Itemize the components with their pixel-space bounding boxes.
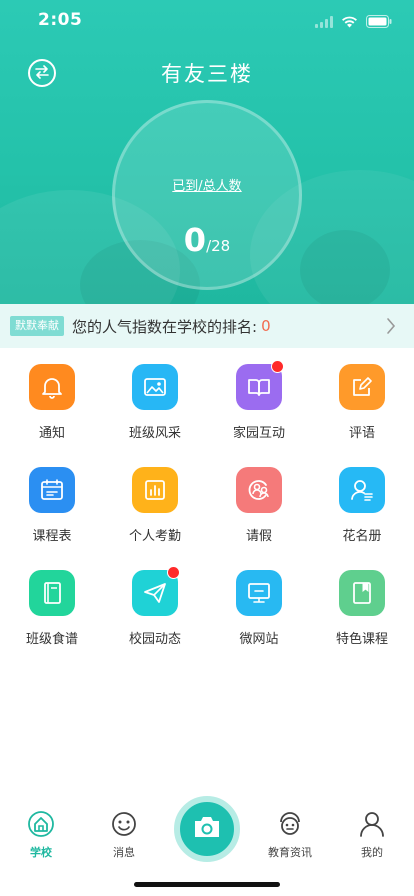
feature-special-course[interactable]: 特色课程 — [310, 554, 414, 654]
bookmark-book-icon — [339, 570, 385, 616]
feature-label: 个人考勤 — [128, 529, 181, 544]
feature-notice[interactable]: 通知 — [0, 348, 104, 448]
notice-text: 您的人气指数在学校的排名: — [72, 317, 258, 336]
feature-campus-news[interactable]: 校园动态 — [103, 554, 207, 654]
attendance-circle[interactable]: 已到/总人数 0/28 — [112, 100, 302, 290]
notification-badge — [271, 360, 284, 373]
status-time: 2:05 — [38, 10, 83, 30]
wifi-icon — [341, 13, 358, 32]
feature-micro-site[interactable]: 微网站 — [207, 554, 311, 654]
edit-icon — [339, 364, 385, 410]
feature-comments[interactable]: 评语 — [310, 348, 414, 448]
feature-label: 评语 — [348, 426, 375, 441]
status-bar: 2:05 — [0, 0, 414, 44]
camera-button[interactable] — [174, 796, 240, 862]
banner-photo-shape — [300, 230, 390, 304]
attendance-count: 0/28 — [115, 221, 299, 259]
feature-roster[interactable]: 花名册 — [310, 451, 414, 551]
feature-label: 课程表 — [32, 529, 72, 544]
feature-label: 校园动态 — [128, 632, 181, 647]
feature-label: 班级风采 — [128, 426, 181, 441]
feature-label: 班级食谱 — [25, 632, 78, 647]
tab-messages[interactable]: 消息 — [89, 810, 159, 864]
calendar-icon — [29, 467, 75, 513]
chart-icon — [132, 467, 178, 513]
leave-icon — [236, 467, 282, 513]
feature-label: 微网站 — [239, 632, 279, 647]
status-icons — [315, 13, 392, 32]
feature-timetable[interactable]: 课程表 — [0, 451, 104, 551]
tab-label: 教育资讯 — [268, 846, 312, 859]
header-banner: 2:05 有友三楼 已到/总人数 0/28 — [0, 0, 414, 304]
tab-label: 我的 — [361, 846, 383, 859]
notice-tag: 默默奉献 — [10, 316, 64, 336]
battery-icon — [366, 13, 392, 32]
home-indicator — [134, 882, 280, 887]
feature-label: 特色课程 — [335, 632, 388, 647]
tab-label: 学校 — [30, 846, 52, 859]
chevron-right-icon — [386, 317, 396, 339]
tab-school[interactable]: 学校 — [6, 810, 76, 864]
signal-icon — [315, 13, 333, 32]
total-count: /28 — [206, 237, 231, 255]
news-face-icon — [276, 810, 304, 838]
picture-icon — [132, 364, 178, 410]
feature-label: 请假 — [245, 529, 272, 544]
feature-home-school[interactable]: 家园互动 — [207, 348, 311, 448]
feature-label: 家园互动 — [232, 426, 285, 441]
feature-class-recipe[interactable]: 班级食谱 — [0, 554, 104, 654]
feature-class-gallery[interactable]: 班级风采 — [103, 348, 207, 448]
tab-mine[interactable]: 我的 — [337, 810, 407, 864]
school-home-icon — [27, 810, 55, 838]
recipe-book-icon — [29, 570, 75, 616]
bell-icon — [29, 364, 75, 410]
monitor-icon — [236, 570, 282, 616]
tab-label: 消息 — [113, 846, 135, 859]
notification-badge — [167, 566, 180, 579]
notice-rank: 0 — [261, 317, 271, 335]
popularity-notice[interactable]: 默默奉献 您的人气指数在学校的排名: 0 — [0, 304, 414, 348]
smile-message-icon — [110, 810, 138, 838]
person-icon — [358, 810, 386, 838]
attendance-label[interactable]: 已到/总人数 — [115, 175, 299, 194]
attended-count: 0 — [183, 221, 207, 259]
feature-label: 通知 — [38, 426, 65, 441]
feature-label: 花名册 — [342, 529, 382, 544]
camera-icon — [192, 814, 222, 844]
page-title: 有友三楼 — [161, 62, 253, 86]
tab-education-news[interactable]: 教育资讯 — [255, 810, 325, 864]
feature-leave[interactable]: 请假 — [207, 451, 311, 551]
feature-attendance[interactable]: 个人考勤 — [103, 451, 207, 551]
roster-icon — [339, 467, 385, 513]
